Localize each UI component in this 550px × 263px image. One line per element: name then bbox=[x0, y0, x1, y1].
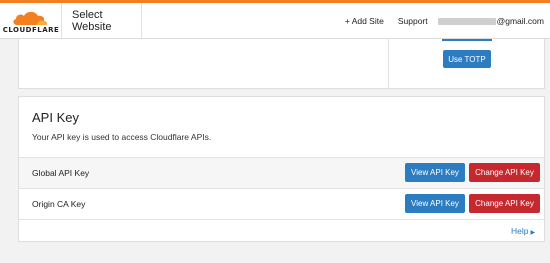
support-link[interactable]: Support bbox=[398, 16, 428, 26]
two-factor-card: Use TOTP bbox=[18, 39, 545, 89]
help-link[interactable]: Help ▶ bbox=[511, 226, 535, 236]
table-row-global-api-key: Global API Key View API Key Change API K… bbox=[19, 157, 544, 188]
view-origin-ca-key-button[interactable]: View API Key bbox=[405, 194, 465, 213]
api-key-description: Your API key is used to access Cloudflar… bbox=[32, 132, 212, 142]
card-divider bbox=[388, 39, 389, 89]
table-row-origin-ca-key: Origin CA Key View API Key Change API Ke… bbox=[19, 188, 544, 219]
change-origin-ca-key-button[interactable]: Change API Key bbox=[469, 194, 540, 213]
cut-off-button[interactable] bbox=[442, 39, 492, 41]
redacted-email-mask bbox=[437, 17, 496, 25]
api-key-card: API Key Your API key is used to access C… bbox=[18, 96, 545, 242]
api-key-title: API Key bbox=[32, 110, 79, 125]
cloudflare-logo[interactable]: CLOUDFLARE bbox=[0, 2, 62, 39]
header-actions: + Add Site Support @gmail.com bbox=[345, 3, 550, 39]
top-navbar: CLOUDFLARE Select Website + Add Site Sup… bbox=[0, 2, 550, 39]
use-totp-button[interactable]: Use TOTP bbox=[443, 50, 491, 68]
view-global-api-key-button[interactable]: View API Key bbox=[405, 163, 465, 182]
account-menu[interactable]: @gmail.com bbox=[437, 16, 544, 26]
row-label: Global API Key bbox=[32, 168, 90, 178]
cloud-logo-icon bbox=[13, 11, 48, 25]
logo-wordmark: CLOUDFLARE bbox=[2, 25, 60, 34]
add-site-link[interactable]: + Add Site bbox=[345, 16, 384, 26]
change-global-api-key-button[interactable]: Change API Key bbox=[469, 163, 540, 182]
email-suffix: @gmail.com bbox=[496, 16, 544, 26]
row-label: Origin CA Key bbox=[32, 199, 86, 209]
caret-right-icon: ▶ bbox=[530, 230, 536, 236]
help-label: Help bbox=[511, 226, 529, 236]
site-select-dropdown[interactable]: Select Website bbox=[62, 2, 142, 39]
row-divider bbox=[19, 219, 544, 220]
